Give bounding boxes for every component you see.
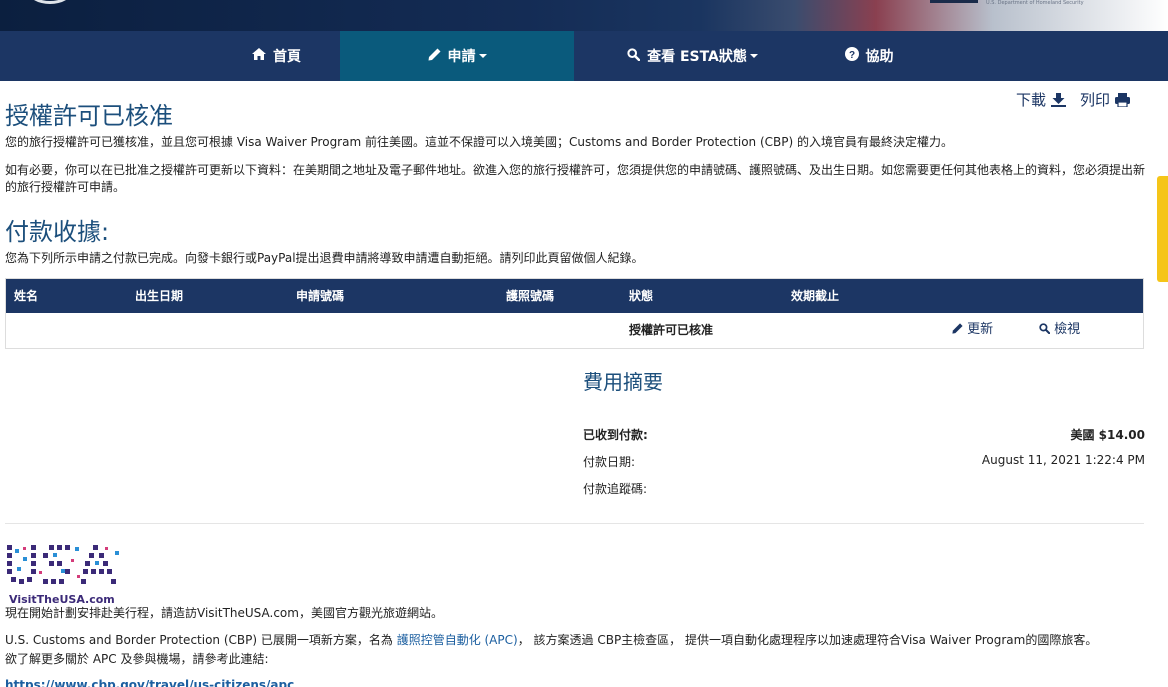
view-label: 檢視 — [1054, 322, 1081, 337]
visit-the-usa-logo[interactable]: VisitTheUSA.com — [5, 541, 123, 606]
apc-text-after: ， 該方案透過 CBP主檢查區， 提供一項自動化處理程序以加速處理符合Visa … — [517, 633, 1098, 647]
visit-usa-text: 現在開始計劃安排赴美行程，請造訪VisitTheUSA.com，美國官方觀光旅遊… — [5, 606, 443, 620]
intro-paragraph-1: 您的旅行授權許可已獲核准，並且您可根據 Visa Waiver Program … — [5, 135, 954, 149]
print-button[interactable]: 列印 — [1080, 89, 1130, 110]
print-label: 列印 — [1079, 91, 1110, 109]
svg-text:?: ? — [848, 50, 854, 61]
pencil-icon — [428, 48, 441, 65]
nav-item-label: 申請 — [447, 49, 476, 65]
column-header-expiry: 效期截止 — [791, 289, 840, 303]
nav-item-label: 協助 — [865, 49, 894, 65]
download-label: 下載 — [1015, 91, 1046, 109]
download-button[interactable]: 下載 — [1016, 89, 1066, 110]
usa-dots-logo-icon — [7, 545, 119, 584]
intro-paragraph-2: 如有必要，你可以在已批准之授權許可更新以下資料：在美期間之地址及電子郵件地址。欲… — [5, 163, 1146, 194]
apc-url-link[interactable]: https://www.cbp.gov/travel/us-citizens/a… — [5, 677, 1145, 687]
print-icon — [1115, 92, 1130, 107]
nav-item-label: 首頁 — [273, 49, 301, 65]
status-cell: 授權許可已核准 — [629, 323, 714, 337]
update-link[interactable]: 更新 — [952, 313, 993, 347]
feedback-side-tab[interactable] — [1157, 176, 1168, 282]
pencil-icon — [952, 323, 963, 334]
column-header-application-number: 申請號碼 — [296, 289, 345, 303]
nav-item-label: 查看 ESTA狀態 — [647, 49, 747, 65]
apc-link[interactable]: 護照控管自動化 (APC) — [397, 633, 518, 647]
view-link[interactable]: 檢視 — [1039, 313, 1080, 347]
main-navbar: 首頁 申請 查看 ESTA狀態 ? 協助 — [0, 31, 1168, 81]
page-title: 授權許可已核准 — [5, 102, 173, 130]
table-row: 授權許可已核准 更新 檢視 — [6, 313, 1143, 348]
home-icon — [252, 48, 266, 64]
application-table: 姓名 出生日期 申請號碼 護照號碼 狀態 效期截止 授權許可已核准 更新 檢視 — [5, 278, 1144, 349]
column-header-name: 姓名 — [14, 289, 39, 303]
date-label: 付款日期: — [583, 455, 636, 469]
received-value: 美國 $14.00 — [1070, 428, 1146, 442]
column-header-status: 狀態 — [629, 289, 654, 303]
dhs-logo: U.S. Department of Homeland Security — [930, 0, 1120, 8]
page-actions: 下載 列印 — [1016, 89, 1130, 110]
date-value: August 11, 2021 1:22:4 PM — [981, 453, 1145, 467]
nav-item-apply[interactable]: 申請 — [340, 31, 574, 81]
apc-paragraph: U.S. Customs and Border Protection (CBP)… — [5, 632, 1150, 649]
received-label: 已收到付款: — [583, 428, 648, 442]
column-header-dob: 出生日期 — [135, 289, 184, 303]
apc-text-before: U.S. Customs and Border Protection (CBP)… — [5, 633, 397, 647]
apc-more-text: 欲了解更多關於 APC 及參與機場，請參考此連結: — [5, 652, 269, 666]
search-icon — [1039, 323, 1051, 335]
payment-note: 您為下列所示申請之付款已完成。向發卡銀行或PayPal提出退費申請將導致申請遭自… — [5, 251, 644, 265]
fee-summary-title: 費用摘要 — [583, 370, 663, 394]
tracking-label: 付款追蹤碼: — [583, 482, 648, 496]
payment-receipt-title: 付款收據: — [5, 218, 110, 246]
download-icon — [1050, 92, 1066, 107]
table-header: 姓名 出生日期 申請號碼 護照號碼 狀態 效期截止 — [6, 279, 1143, 313]
search-icon — [627, 47, 641, 65]
divider — [5, 523, 1144, 524]
top-banner: U.S. Department of Homeland Security — [0, 0, 1168, 31]
caret-down-icon — [749, 54, 758, 58]
nav-item-check-status[interactable]: 查看 ESTA狀態 — [574, 31, 811, 81]
update-label: 更新 — [967, 322, 994, 337]
column-header-passport-number: 護照號碼 — [506, 289, 555, 303]
apc-url[interactable]: https://www.cbp.gov/travel/us-citizens/a… — [5, 678, 294, 687]
nav-item-help[interactable]: ? 協助 — [811, 31, 927, 81]
nav-item-home[interactable]: 首頁 — [213, 31, 340, 81]
question-circle-icon: ? — [844, 47, 859, 65]
caret-down-icon — [478, 54, 487, 58]
dhs-seal-icon — [28, 0, 72, 4]
